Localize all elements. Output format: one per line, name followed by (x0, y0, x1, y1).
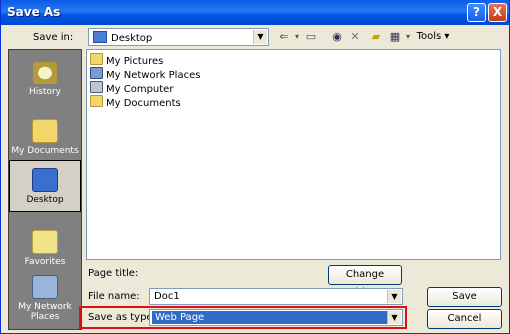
favorites-icon (32, 230, 58, 254)
help-button[interactable]: ? (467, 3, 486, 22)
chevron-down-icon[interactable]: ▼ (387, 311, 401, 324)
list-item[interactable]: My Network Places (90, 67, 201, 81)
save-button[interactable]: Save (427, 287, 502, 307)
cancel-button[interactable]: Cancel (427, 309, 502, 329)
place-desktop-label: Desktop (26, 195, 64, 205)
window-title: Save As (7, 5, 61, 19)
history-icon (33, 62, 57, 84)
save-as-dialog: Save As ? X Save in: Desktop ▼ ⇐ ▾ ▭ ◉ ✕… (0, 0, 510, 334)
back-arrow-icon[interactable]: ⇐ (277, 29, 291, 45)
views-dropdown-icon[interactable]: ▾ (403, 29, 413, 45)
title-bar: Save As ? X (1, 0, 509, 25)
file-name-label: File name: (88, 291, 140, 302)
place-history-label: History (28, 87, 62, 97)
list-item-label: My Documents (106, 98, 181, 109)
search-web-icon[interactable]: ◉ (330, 29, 344, 45)
save-as-type-dropdown[interactable]: Web Page ▼ (149, 309, 403, 326)
file-list[interactable]: My Pictures My Network Places My Compute… (86, 49, 501, 260)
desktop-small-icon (93, 31, 107, 43)
desktop-icon (32, 168, 58, 192)
change-title-button[interactable]: Change Title... (328, 265, 402, 298)
chevron-down-icon[interactable]: ▼ (387, 290, 401, 303)
folder-documents-icon (90, 95, 103, 107)
list-item[interactable]: My Pictures (90, 53, 164, 67)
save-as-type-label: Save as type: (88, 312, 156, 323)
place-favorites[interactable]: Favorites (9, 230, 81, 267)
place-my-network-places[interactable]: My Network Places (9, 275, 81, 322)
chevron-down-icon[interactable]: ▼ (253, 30, 267, 44)
views-icon[interactable]: ▦ (388, 29, 402, 45)
tools-menu[interactable]: Tools ▾ (416, 29, 450, 45)
save-as-type-value: Web Page (152, 311, 398, 324)
folder-pictures-icon (90, 53, 103, 65)
computer-icon (90, 81, 103, 93)
delete-icon[interactable]: ✕ (348, 29, 362, 45)
save-in-dropdown[interactable]: Desktop ▼ (88, 28, 269, 46)
places-bar: History My Documents Desktop Favorites M… (8, 49, 82, 330)
file-name-value: Doc1 (154, 291, 180, 302)
place-my-network-places-label: My Network Places (18, 302, 72, 322)
file-name-field[interactable]: Doc1 ▼ (149, 288, 403, 305)
save-in-value: Desktop (111, 33, 153, 44)
network-places-icon (90, 67, 103, 79)
network-places-icon (32, 275, 58, 299)
list-item[interactable]: My Documents (90, 95, 181, 109)
list-item-label: My Network Places (106, 70, 201, 81)
place-history[interactable]: History (9, 62, 81, 97)
page-title-label: Page title: (88, 268, 139, 279)
place-desktop[interactable]: Desktop (9, 160, 81, 212)
place-my-documents[interactable]: My Documents (9, 119, 81, 156)
back-dropdown-icon[interactable]: ▾ (292, 29, 302, 45)
list-item-label: My Pictures (106, 56, 164, 67)
list-item-label: My Computer (106, 84, 174, 95)
save-in-label: Save in: (33, 32, 74, 43)
up-folder-icon[interactable]: ▭ (304, 29, 318, 45)
my-documents-icon (32, 119, 58, 143)
place-favorites-label: Favorites (24, 257, 66, 267)
tools-label: Tools (416, 31, 442, 42)
place-my-documents-label: My Documents (11, 146, 79, 156)
close-button[interactable]: X (488, 3, 507, 22)
new-folder-icon[interactable]: ▰ (368, 29, 384, 45)
list-item[interactable]: My Computer (90, 81, 174, 95)
